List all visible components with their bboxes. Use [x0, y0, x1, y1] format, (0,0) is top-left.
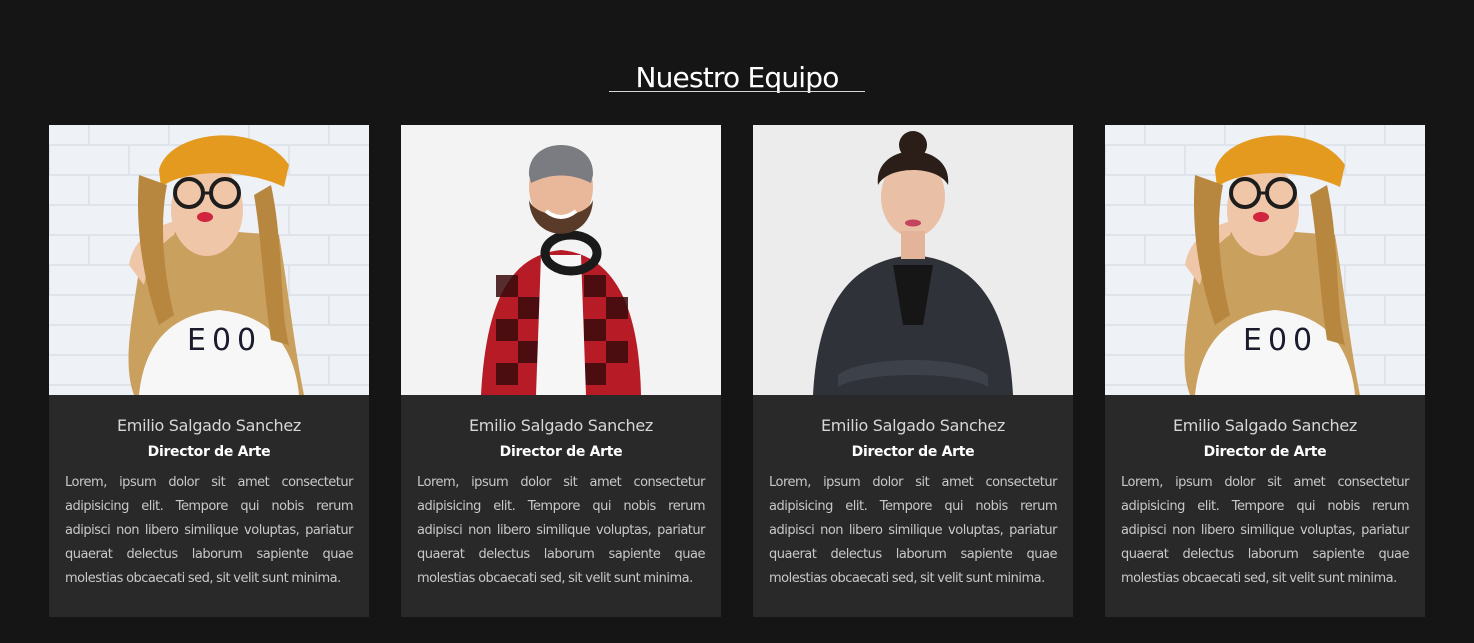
team-card: E00 Emilio Salgado Sanchez Director de A… — [49, 125, 369, 617]
team-member-role: Director de Arte — [499, 444, 623, 460]
team-member-description: Lorem, ipsum dolor sit amet consectetur … — [417, 475, 706, 586]
svg-text:E00: E00 — [187, 323, 262, 358]
team-member-name: Emilio Salgado Sanchez — [469, 416, 653, 435]
team-member-name: Emilio Salgado Sanchez — [1173, 416, 1357, 435]
team-card: Emilio Salgado Sanchez Director de Arte … — [401, 125, 721, 617]
team-member-photo — [401, 125, 721, 395]
team-member-description: Lorem, ipsum dolor sit amet consectetur … — [1121, 475, 1410, 586]
team-member-description: Lorem, ipsum dolor sit amet consectetur … — [65, 475, 354, 586]
team-cards: E00 Emilio Salgado Sanchez Director de A… — [49, 125, 1425, 617]
team-member-name: Emilio Salgado Sanchez — [117, 416, 301, 435]
section-title: Nuestro Equipo — [635, 61, 839, 95]
team-card: Emilio Salgado Sanchez Director de Arte … — [753, 125, 1073, 617]
title-underline-divider — [609, 91, 865, 92]
team-member-role: Director de Arte — [147, 444, 271, 460]
team-member-photo: E00 — [49, 125, 369, 395]
team-card: E00 Emilio Salgado Sanchez Director de A… — [1105, 125, 1425, 617]
svg-text:E00: E00 — [1243, 323, 1318, 358]
team-member-name: Emilio Salgado Sanchez — [821, 416, 1005, 435]
team-member-photo — [753, 125, 1073, 395]
team-member-photo: E00 — [1105, 125, 1425, 395]
team-member-role: Director de Arte — [851, 444, 975, 460]
team-member-description: Lorem, ipsum dolor sit amet consectetur … — [769, 475, 1058, 586]
team-member-role: Director de Arte — [1203, 444, 1327, 460]
